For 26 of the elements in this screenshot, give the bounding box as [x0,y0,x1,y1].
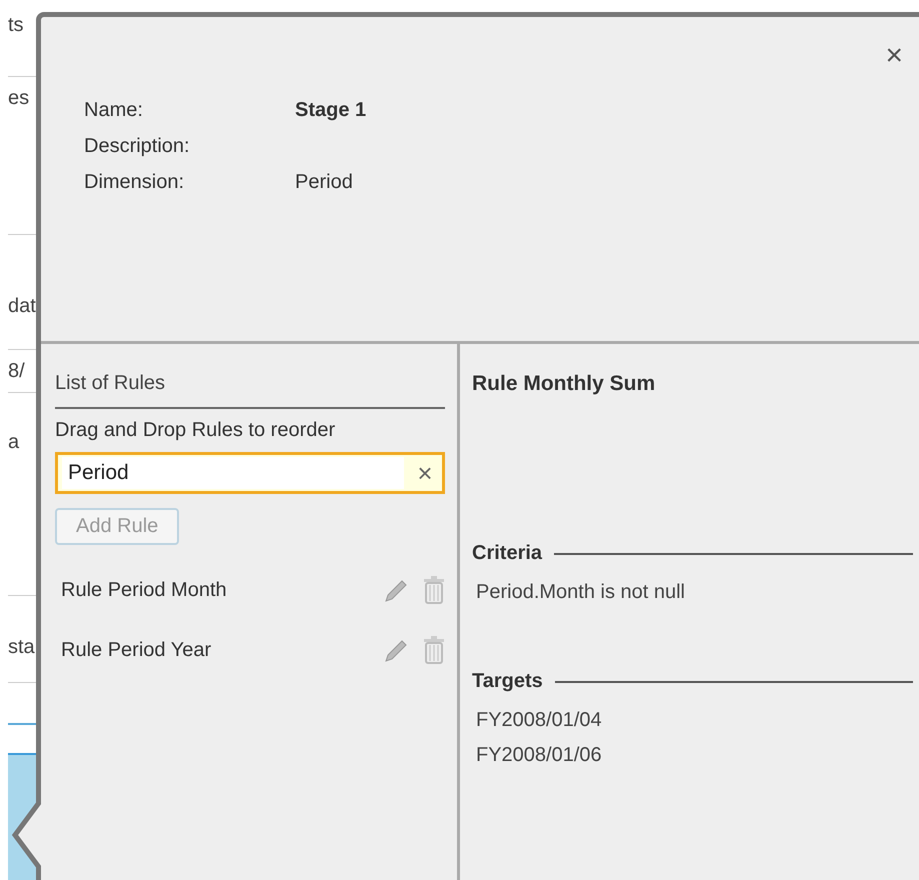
clear-button[interactable]: × [408,458,442,488]
field-value: Period [295,170,353,195]
close-button[interactable]: × [885,41,903,71]
background-text: ts [8,14,24,36]
background-text: sta [8,636,35,658]
filter-field[interactable]: Period × [55,452,445,494]
field-label: Dimension: [84,170,186,195]
rule-item[interactable]: Rule Period Month [61,578,383,602]
section-heading: Criteria [472,542,542,565]
field-label: Name: [84,98,144,123]
field-value: Stage 1 [295,98,366,123]
background-text: dat [8,295,36,317]
rule-title: Rule Monthly Sum [472,372,656,397]
background-text: 8/ [8,360,25,382]
rule-item[interactable]: Rule Period Year [61,638,383,662]
panel-title: List of Rules [55,368,445,409]
background-text: a [8,431,20,453]
trash-icon[interactable] [423,636,445,664]
section-item: Period.Month is not null [475,580,686,605]
trash-icon[interactable] [423,576,445,604]
section-item: FY2008/01/04 [475,708,603,733]
section-heading: Targets [472,670,543,693]
field-label: Description: [84,134,191,159]
background-text: es [8,87,30,109]
section-item: FY2008/01/06 [475,743,603,768]
hint-text: Drag and Drop Rules to reorder [55,418,336,442]
